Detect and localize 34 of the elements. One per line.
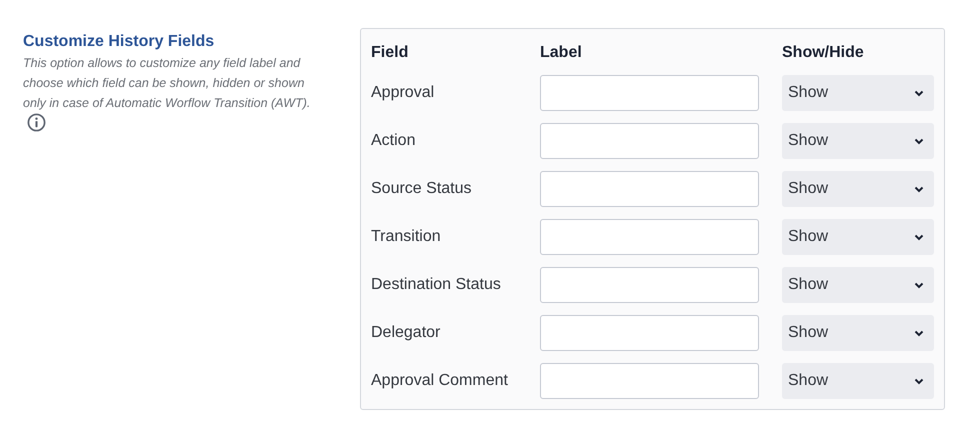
- section-description: This option allows to customize any field label and choose which field can be shown, hidden or shown only in case of Automatic Worflow Transition (AWT).: [23, 56, 310, 110]
- field-name: Destination Status: [371, 275, 502, 295]
- chevron-down-icon: [914, 90, 924, 96]
- chevron-down-icon: [914, 378, 924, 384]
- show-hide-select[interactable]: Show: [782, 267, 934, 303]
- label-input[interactable]: [540, 171, 759, 207]
- field-name: Transition: [371, 227, 442, 247]
- show-hide-select[interactable]: Show: [782, 363, 934, 399]
- field-name: Approval: [371, 83, 436, 103]
- label-input[interactable]: [540, 219, 759, 255]
- show-hide-select[interactable]: Show: [782, 315, 934, 351]
- column-header: Label: [540, 43, 583, 63]
- chevron-down-icon: [914, 186, 924, 192]
- chevron-down-icon: [914, 138, 924, 144]
- field-name: Delegator: [371, 323, 442, 343]
- chevron-down-icon: [914, 330, 924, 336]
- label-input[interactable]: [540, 75, 759, 111]
- field-name: Source Status: [371, 179, 472, 199]
- label-input[interactable]: [540, 267, 759, 303]
- column-header: Show/Hide: [782, 43, 865, 63]
- chevron-down-icon: [914, 282, 924, 288]
- show-hide-select[interactable]: Show: [782, 219, 934, 255]
- label-input[interactable]: [540, 123, 759, 159]
- column-header: Field: [371, 43, 410, 63]
- label-input[interactable]: [540, 363, 759, 399]
- section-title: Customize History Fields: [23, 32, 216, 52]
- show-hide-select[interactable]: Show: [782, 123, 934, 159]
- chevron-down-icon: [914, 234, 924, 240]
- field-name: Action: [371, 131, 416, 151]
- show-hide-select[interactable]: Show: [782, 171, 934, 207]
- info-icon[interactable]: [27, 113, 46, 132]
- label-input[interactable]: [540, 315, 759, 351]
- show-hide-select[interactable]: Show: [782, 75, 934, 111]
- field-name: Approval Comment: [371, 371, 509, 391]
